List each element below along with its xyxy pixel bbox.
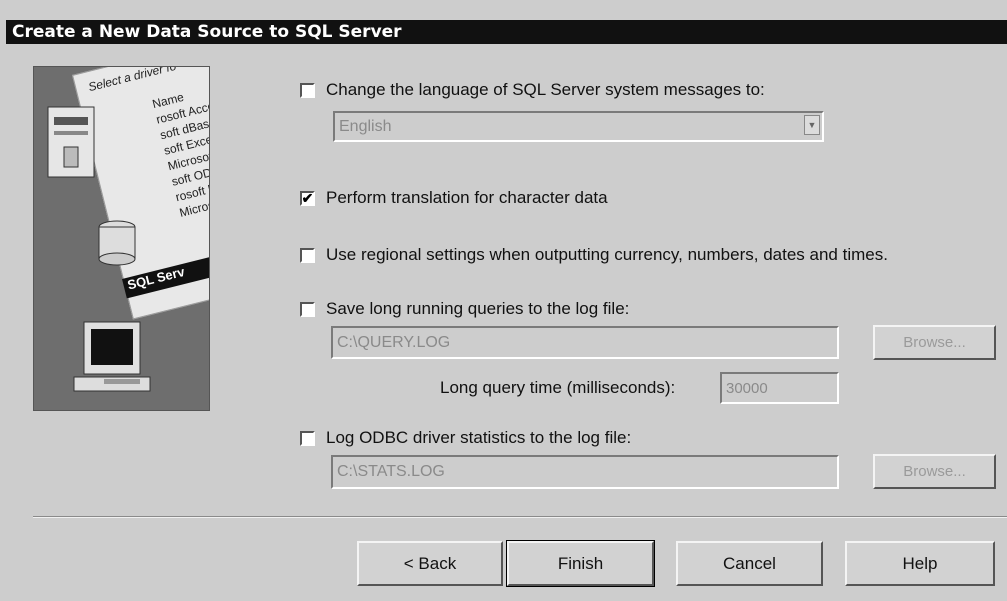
language-select[interactable]: English ▼ — [333, 111, 824, 142]
query-log-path-input[interactable]: C:\QUERY.LOG — [331, 326, 839, 359]
query-log-browse-button[interactable]: Browse... — [873, 325, 996, 360]
translation-label: Perform translation for character data — [326, 188, 608, 207]
long-queries-label: Save long running queries to the log fil… — [326, 299, 630, 318]
driver-stats-checkbox[interactable] — [300, 430, 315, 446]
language-select-value: English — [339, 117, 392, 135]
finish-button[interactable]: Finish — [506, 540, 655, 587]
regional-settings-label: Use regional settings when outputting cu… — [326, 245, 888, 264]
translation-checkbox[interactable]: ✔ — [300, 190, 315, 206]
dialog-title: Create a New Data Source to SQL Server — [6, 20, 1007, 44]
query-log-path-value: C:\QUERY.LOG — [337, 333, 451, 351]
cancel-button[interactable]: Cancel — [676, 541, 823, 586]
long-query-time-value: 30000 — [726, 379, 768, 397]
chevron-down-icon[interactable]: ▼ — [804, 115, 820, 135]
stats-log-browse-button[interactable]: Browse... — [873, 454, 996, 489]
separator — [33, 516, 1007, 518]
regional-settings-option[interactable]: Use regional settings when outputting cu… — [300, 245, 888, 265]
change-language-label: Change the language of SQL Server system… — [326, 80, 765, 99]
regional-settings-checkbox[interactable] — [300, 247, 315, 263]
translation-option[interactable]: ✔ Perform translation for character data — [300, 188, 608, 208]
long-queries-checkbox[interactable] — [300, 301, 315, 317]
driver-illustration: Select a driver fo Name rosoft Access D … — [33, 66, 210, 411]
dialog-window: Create a New Data Source to SQL Server S… — [0, 0, 1007, 601]
driver-stats-label: Log ODBC driver statistics to the log fi… — [326, 428, 632, 447]
back-button[interactable]: < Back — [357, 541, 503, 586]
stats-log-path-value: C:\STATS.LOG — [337, 463, 445, 480]
change-language-checkbox[interactable] — [300, 82, 315, 98]
long-queries-option[interactable]: Save long running queries to the log fil… — [300, 299, 629, 319]
long-query-time-input[interactable]: 30000 — [720, 372, 839, 404]
help-button[interactable]: Help — [845, 541, 995, 586]
change-language-option[interactable]: Change the language of SQL Server system… — [300, 80, 765, 100]
stats-log-path-input[interactable]: C:\STATS.LOG — [331, 455, 839, 489]
computer-icon — [47, 106, 151, 392]
driver-stats-option[interactable]: Log ODBC driver statistics to the log fi… — [300, 428, 631, 448]
long-query-time-label: Long query time (milliseconds): — [440, 378, 676, 397]
